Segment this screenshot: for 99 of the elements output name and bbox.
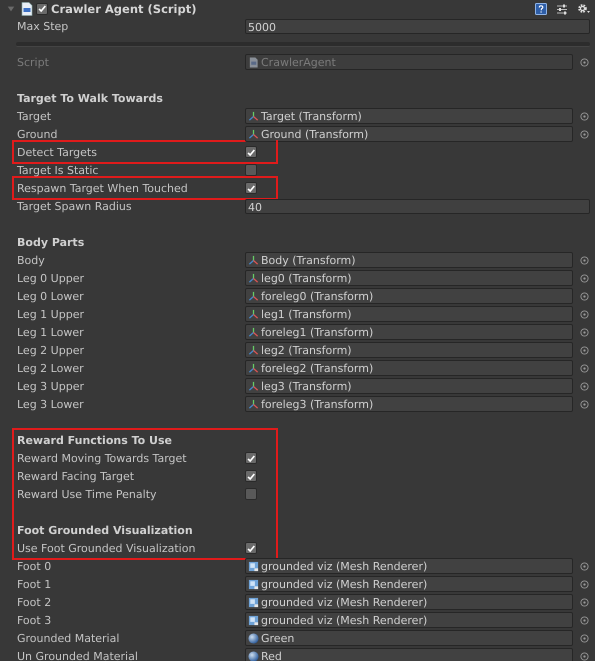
mesh-renderer-icon	[248, 614, 259, 626]
object-name: foreleg0 (Transform)	[261, 290, 374, 302]
object-name: Target (Transform)	[261, 110, 362, 122]
checkbox[interactable]	[245, 146, 257, 158]
script-file-icon	[248, 56, 259, 68]
sphere-icon	[248, 632, 259, 644]
field-label: Body	[16, 254, 46, 266]
object-name: leg2 (Transform)	[261, 344, 352, 356]
field-label: Leg 1 Lower	[16, 326, 85, 338]
script-file-icon	[21, 2, 33, 16]
axes-icon	[248, 362, 259, 374]
object-field[interactable]: foreleg2 (Transform)	[245, 360, 573, 376]
object-name: grounded viz (Mesh Renderer)	[261, 596, 428, 608]
axes-icon	[248, 344, 259, 356]
field-label: Reward Moving Towards Target	[16, 452, 188, 464]
field-label: Target	[16, 110, 52, 122]
object-field[interactable]: grounded viz (Mesh Renderer)	[245, 558, 573, 574]
object-name: foreleg1 (Transform)	[261, 326, 374, 338]
object-name: Green	[261, 632, 294, 644]
checkbox[interactable]	[245, 488, 257, 500]
field-label: Foot 0	[16, 560, 52, 572]
object-field[interactable]: grounded viz (Mesh Renderer)	[245, 594, 573, 610]
axes-icon	[248, 326, 259, 338]
field-label: Leg 3 Upper	[16, 380, 85, 392]
object-name: grounded viz (Mesh Renderer)	[261, 578, 428, 590]
sliders-icon[interactable]	[556, 2, 568, 14]
object-name: CrawlerAgent	[261, 56, 336, 68]
mesh-renderer-icon	[248, 578, 259, 590]
object-field[interactable]: Ground (Transform)	[245, 126, 573, 142]
object-field[interactable]: leg2 (Transform)	[245, 342, 573, 358]
object-name: foreleg2 (Transform)	[261, 362, 374, 374]
section-header: Reward Functions To Use	[17, 434, 172, 446]
object-name: leg3 (Transform)	[261, 380, 352, 392]
foldout-arrow-icon[interactable]	[7, 4, 15, 12]
object-field[interactable]: leg3 (Transform)	[245, 378, 573, 394]
field-label: Detect Targets	[16, 146, 98, 158]
section-header: Target To Walk Towards	[17, 92, 163, 104]
field-label: Foot 3	[16, 614, 52, 626]
object-field[interactable]: foreleg0 (Transform)	[245, 288, 573, 304]
field-label: Leg 0 Lower	[16, 290, 85, 302]
field-label: Respawn Target When Touched	[16, 182, 189, 194]
checkbox[interactable]	[245, 452, 257, 464]
field-label: Target Is Static	[16, 164, 100, 176]
field-label: Grounded Material	[16, 632, 120, 644]
field-label: Foot 2	[16, 596, 52, 608]
axes-icon	[248, 272, 259, 284]
field-label: Leg 2 Lower	[16, 362, 85, 374]
checkbox[interactable]	[245, 470, 257, 482]
object-field[interactable]: Green	[245, 630, 573, 646]
field-label: Leg 0 Upper	[16, 272, 85, 284]
mesh-renderer-icon	[248, 596, 259, 608]
object-field[interactable]: grounded viz (Mesh Renderer)	[245, 612, 573, 628]
checkbox[interactable]	[245, 164, 257, 176]
axes-icon	[248, 128, 259, 140]
enable-checkbox[interactable]	[36, 2, 48, 14]
field-label: Leg 1 Upper	[16, 308, 85, 320]
field-label: Target Spawn Radius	[16, 200, 133, 212]
axes-icon	[248, 398, 259, 410]
axes-icon	[248, 254, 259, 266]
field-label: Leg 2 Upper	[16, 344, 85, 356]
field-label: Un Grounded Material	[16, 650, 139, 661]
settings-icon[interactable]	[577, 2, 591, 14]
object-field[interactable]: Red	[245, 648, 573, 661]
number-field[interactable]: 40	[245, 198, 590, 214]
field-label: Foot 1	[16, 578, 52, 590]
axes-icon	[248, 380, 259, 392]
axes-icon	[248, 308, 259, 320]
field-label: Reward Use Time Penalty	[16, 488, 158, 500]
object-field[interactable]: foreleg3 (Transform)	[245, 396, 573, 412]
mesh-renderer-icon	[248, 560, 259, 572]
object-name: Ground (Transform)	[261, 128, 368, 140]
axes-icon	[248, 110, 259, 122]
section-header: Body Parts	[17, 236, 84, 248]
object-field[interactable]: Body (Transform)	[245, 252, 573, 268]
number-field[interactable]: 5000	[245, 18, 590, 34]
object-field[interactable]: leg0 (Transform)	[245, 270, 573, 286]
help-icon[interactable]	[535, 2, 547, 14]
object-field[interactable]: Target (Transform)	[245, 108, 573, 124]
object-field[interactable]: foreleg1 (Transform)	[245, 324, 573, 340]
field-label: Max Step	[16, 20, 70, 32]
field-label: Reward Facing Target	[16, 470, 136, 482]
checkbox[interactable]	[245, 542, 257, 554]
object-field[interactable]: grounded viz (Mesh Renderer)	[245, 576, 573, 592]
object-field[interactable]: leg1 (Transform)	[245, 306, 573, 322]
object-name: grounded viz (Mesh Renderer)	[261, 560, 428, 572]
object-name: foreleg3 (Transform)	[261, 398, 374, 410]
component-title: Crawler Agent (Script)	[51, 2, 196, 16]
checkbox[interactable]	[245, 182, 257, 194]
object-name: Red	[261, 650, 282, 661]
field-label: Ground	[16, 128, 58, 140]
object-name: leg0 (Transform)	[261, 272, 352, 284]
field-label: Script	[16, 56, 50, 68]
field-label: Use Foot Grounded Visualization	[16, 542, 196, 554]
object-name: Body (Transform)	[261, 254, 356, 266]
field-label: Leg 3 Lower	[16, 398, 85, 410]
section-header: Foot Grounded Visualization	[17, 524, 193, 536]
object-name: leg1 (Transform)	[261, 308, 352, 320]
axes-icon	[248, 290, 259, 302]
object-name: grounded viz (Mesh Renderer)	[261, 614, 428, 626]
